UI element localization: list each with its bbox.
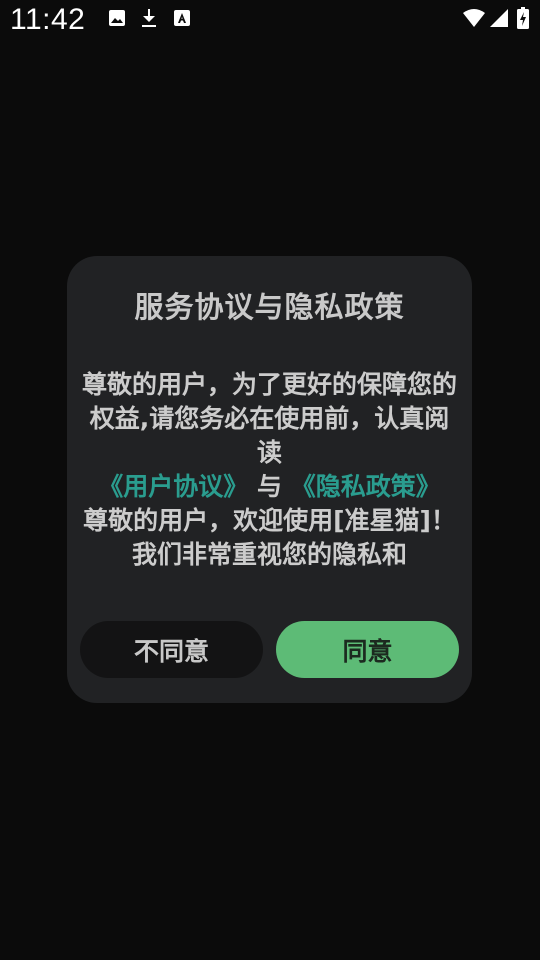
user-agreement-link[interactable]: 《用户协议》 <box>98 472 248 501</box>
dialog-title: 服务协议与隐私政策 <box>134 290 405 324</box>
dialog-body[interactable]: 尊敬的用户，为了更好的保障您的权益,请您务必在使用前，认真阅读 《用户协议》 与… <box>79 368 460 606</box>
battery-charging-icon <box>516 7 530 29</box>
disagree-button[interactable]: 不同意 <box>80 621 263 678</box>
accessibility-a-icon <box>172 8 192 28</box>
privacy-policy-link[interactable]: 《隐私政策》 <box>291 472 441 501</box>
signal-icon <box>489 8 509 28</box>
image-icon <box>107 8 127 28</box>
status-bar: 11:42 <box>0 0 540 40</box>
screen: 11:42 服务协议与隐私政策 尊敬的用户，为了更好的保障您的权益,请您务必在使… <box>0 0 540 960</box>
agree-button[interactable]: 同意 <box>276 621 459 678</box>
dialog-intro-text: 尊敬的用户，为了更好的保障您的权益,请您务必在使用前，认真阅读 <box>81 370 457 467</box>
agreement-dialog: 服务协议与隐私政策 尊敬的用户，为了更好的保障您的权益,请您务必在使用前，认真阅… <box>67 256 472 703</box>
status-time: 11:42 <box>10 3 86 36</box>
wifi-icon <box>462 8 486 28</box>
dialog-welcome-text: 尊敬的用户，欢迎使用[准星猫]！我们非常重视您的隐私和 <box>83 506 456 569</box>
download-icon <box>139 8 159 28</box>
link-separator: 与 <box>248 472 291 501</box>
